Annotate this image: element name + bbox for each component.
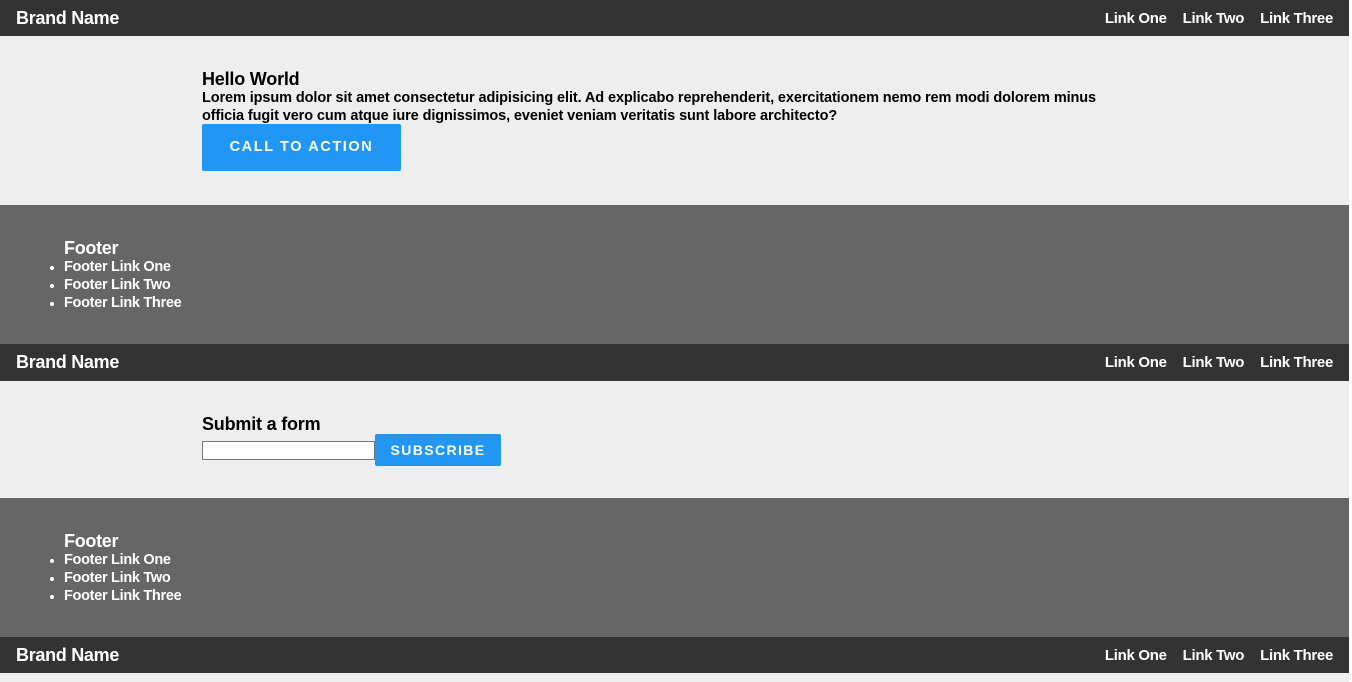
hero-body: Lorem ipsum dolor sit amet consectetur a…	[202, 90, 1097, 124]
nav-link-two[interactable]: Link Two	[1183, 10, 1245, 27]
footer-title: Footer	[64, 531, 119, 551]
footer-link-one[interactable]: Footer Link One	[64, 551, 1349, 569]
footer-link-two[interactable]: Footer Link Two	[64, 569, 1349, 587]
footer-link-two[interactable]: Footer Link Two	[64, 276, 1349, 294]
form-title: Submit a form	[202, 414, 321, 434]
form-section: Submit a form SUBSCRIBE	[0, 381, 1349, 498]
brand-name[interactable]: Brand Name	[16, 352, 119, 373]
footer-links: Footer Link One Footer Link Two Footer L…	[64, 258, 1349, 312]
navbar: Brand Name Link One Link Two Link Three	[0, 344, 1349, 381]
nav-link-one[interactable]: Link One	[1105, 354, 1167, 371]
hero-section: Hello World Lorem ipsum dolor sit amet c…	[0, 36, 1349, 205]
footer-link-one[interactable]: Footer Link One	[64, 258, 1349, 276]
nav-link-one[interactable]: Link One	[1105, 10, 1167, 27]
email-input[interactable]	[202, 441, 375, 460]
nav-links: Link One Link Two Link Three	[1105, 10, 1333, 27]
page: Brand Name Link One Link Two Link Three …	[0, 0, 1349, 673]
footer: Footer Footer Link One Footer Link Two F…	[0, 498, 1349, 637]
nav-link-two[interactable]: Link Two	[1183, 647, 1245, 664]
subscribe-button[interactable]: SUBSCRIBE	[375, 434, 501, 466]
footer-title: Footer	[64, 238, 119, 258]
nav-links: Link One Link Two Link Three	[1105, 647, 1333, 664]
nav-link-three[interactable]: Link Three	[1260, 647, 1333, 664]
nav-link-three[interactable]: Link Three	[1260, 354, 1333, 371]
call-to-action-button[interactable]: CALL TO ACTION	[202, 124, 401, 171]
hero-title: Hello World	[202, 69, 300, 89]
nav-link-two[interactable]: Link Two	[1183, 354, 1245, 371]
brand-name[interactable]: Brand Name	[16, 645, 119, 666]
nav-link-three[interactable]: Link Three	[1260, 10, 1333, 27]
footer-links: Footer Link One Footer Link Two Footer L…	[64, 551, 1349, 605]
nav-links: Link One Link Two Link Three	[1105, 354, 1333, 371]
bottom-navbar: Brand Name Link One Link Two Link Three	[0, 637, 1349, 673]
footer-link-three[interactable]: Footer Link Three	[64, 294, 1349, 312]
subscribe-form: SUBSCRIBE	[202, 434, 1349, 466]
nav-link-one[interactable]: Link One	[1105, 647, 1167, 664]
footer: Footer Footer Link One Footer Link Two F…	[0, 205, 1349, 344]
brand-name[interactable]: Brand Name	[16, 8, 119, 29]
top-navbar: Brand Name Link One Link Two Link Three	[0, 0, 1349, 36]
footer-link-three[interactable]: Footer Link Three	[64, 587, 1349, 605]
